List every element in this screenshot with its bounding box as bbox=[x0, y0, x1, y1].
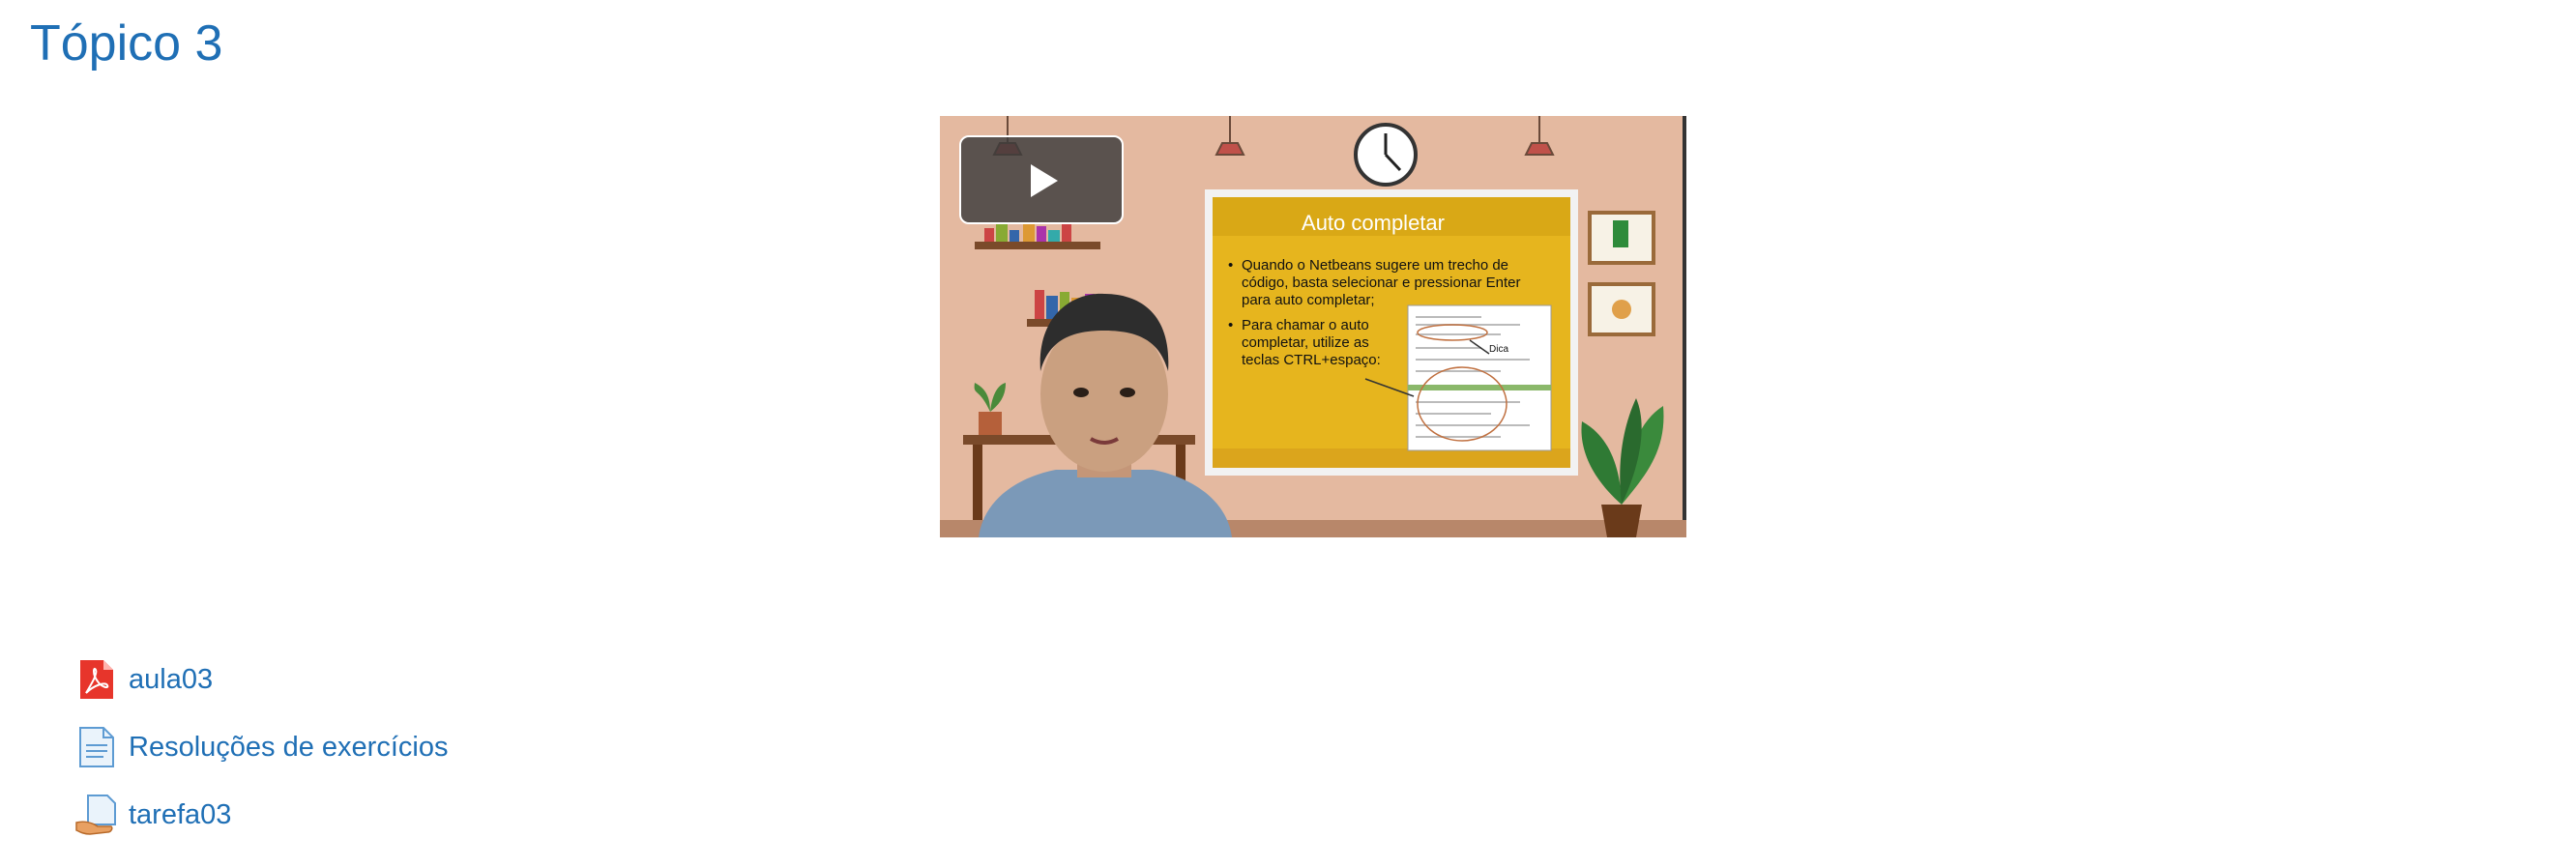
course-page: Tópico 3 Auto completar • Quando o Netbe… bbox=[0, 0, 2576, 867]
section-title: Tópico 3 bbox=[30, 15, 223, 72]
activity-list: aula03 Resoluções de exercícios tarefa03 bbox=[74, 646, 448, 849]
activity-item: Resoluções de exercícios bbox=[74, 713, 448, 781]
activity-link-tarefa03[interactable]: tarefa03 bbox=[129, 799, 231, 831]
slide-annotation: Dica bbox=[1489, 344, 1509, 355]
activity-link-aula03[interactable]: aula03 bbox=[129, 664, 213, 696]
activity-link-resolucoes[interactable]: Resoluções de exercícios bbox=[129, 732, 448, 764]
slide-title: Auto completar bbox=[1302, 211, 1445, 235]
slide-bullet: Quando o Netbeans sugere um trecho de có… bbox=[1228, 257, 1549, 309]
assignment-icon bbox=[75, 795, 116, 835]
activity-item: tarefa03 bbox=[74, 781, 448, 849]
play-icon bbox=[1031, 164, 1058, 197]
pdf-icon bbox=[80, 660, 113, 699]
play-button[interactable] bbox=[959, 135, 1124, 224]
slide-bullet: Para chamar o auto completar, utilize as… bbox=[1228, 317, 1404, 369]
activity-item: aula03 bbox=[74, 646, 448, 713]
page-icon bbox=[79, 727, 114, 767]
slide-bullets: Quando o Netbeans sugere um trecho de có… bbox=[1228, 257, 1549, 377]
video-player[interactable]: Auto completar Quando o Netbeans sugere … bbox=[940, 116, 1686, 537]
